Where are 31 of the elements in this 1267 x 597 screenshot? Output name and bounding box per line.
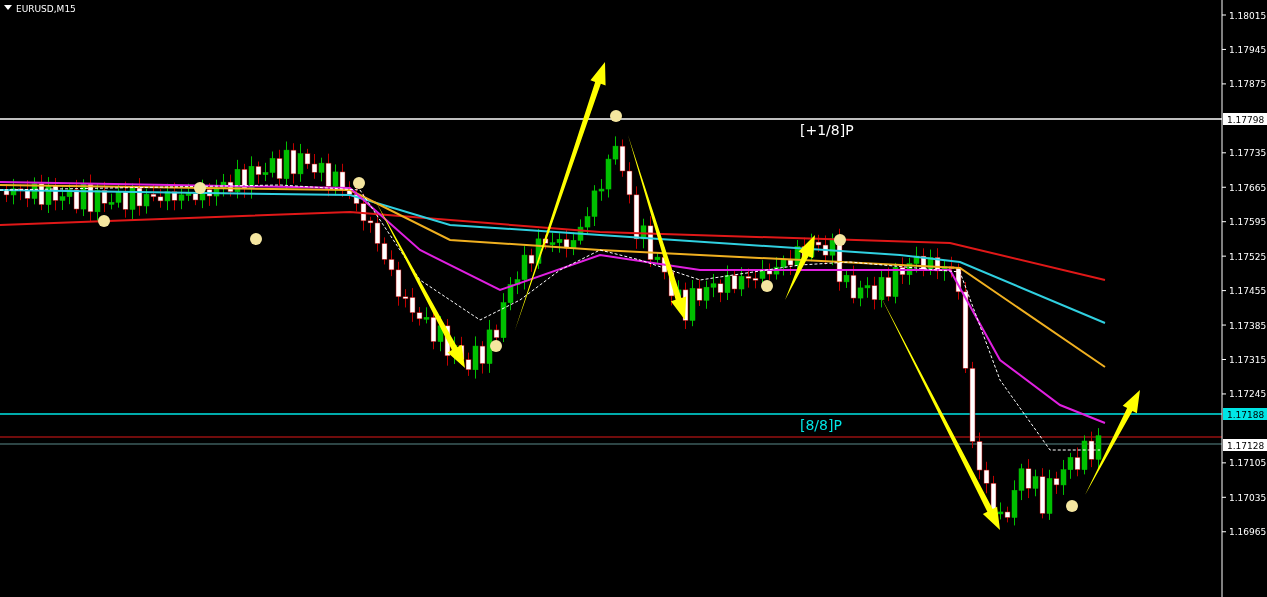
signal-dot [834,234,846,246]
price-label: 1.16965 [1229,527,1267,538]
signal-dot [610,110,622,122]
price-label: 1.17665 [1229,182,1267,193]
price-label: 1.17385 [1229,320,1267,331]
price-label: 1.18015 [1229,10,1267,21]
price-label: 1.17105 [1229,458,1267,469]
price-label: 1.17525 [1229,251,1267,262]
price-label: 1.17035 [1229,492,1267,503]
price-tag: 1.17798 [1223,113,1267,125]
price-label: 1.17875 [1229,79,1267,90]
price-label: 1.17945 [1229,44,1267,55]
price-label: 1.17315 [1229,355,1267,365]
chart-title: EURUSD,M15 [16,4,76,14]
signal-dot [1066,500,1078,512]
signal-dot [98,215,110,227]
price-label: 1.17595 [1229,217,1267,228]
dropdown-icon[interactable] [4,5,12,10]
current-price-tag: 1.17128 [1223,439,1267,451]
price-tag: 1.17188 [1223,408,1267,420]
signal-dot [761,280,773,292]
price-label: 1.17455 [1229,286,1267,297]
signal-dot [490,340,502,352]
level-label: [+1/8]P [800,122,854,138]
price-label: 1.17735 [1229,148,1267,159]
trend-arrow [785,235,815,300]
level-label: [8/8]P [800,417,842,433]
signal-dot [250,233,262,245]
signal-dot [353,177,365,189]
signal-dot [194,182,206,194]
price-label: 1.17245 [1229,389,1267,400]
